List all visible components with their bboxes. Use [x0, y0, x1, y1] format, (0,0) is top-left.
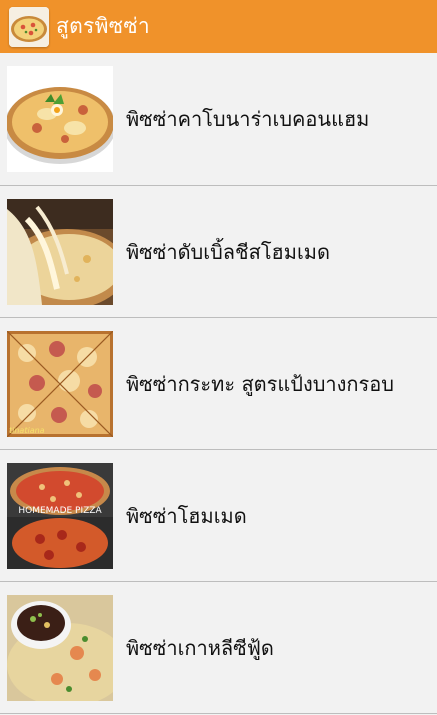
recipe-title: พิซซ่าโฮมเมด [126, 503, 247, 528]
image-watermark: tinatiana [9, 426, 45, 435]
pizza-carbonara-image [7, 66, 113, 172]
app-title: สูตรพิซซ่า [56, 14, 150, 38]
homemade-pizza-image: HOMEMADE PIZZA [7, 462, 113, 569]
pizza-icon[interactable] [9, 6, 49, 47]
list-item[interactable]: tinatiana พิซซ่ากระทะ สูตรแป้งบางกรอบ [0, 318, 437, 450]
image-caption: HOMEMADE PIZZA [18, 506, 102, 516]
double-cheese-pizza-image [7, 198, 113, 305]
recipe-list: พิซซ่าคาโบนาร่าเบคอนแฮม พิซซ่าดับเบิ้ลชี… [0, 53, 437, 714]
recipe-title: พิซซ่าดับเบิ้ลชีสโฮมเมด [126, 239, 330, 264]
recipe-title: พิซซ่าเกาหลีซีฟู้ด [126, 635, 274, 660]
korean-seafood-pizza-image [7, 594, 113, 701]
list-item[interactable]: HOMEMADE PIZZA พิซซ่าโฮมเมด [0, 450, 437, 582]
list-item[interactable]: พิซซ่าคาโบนาร่าเบคอนแฮม [0, 53, 437, 186]
pan-pizza-image: tinatiana [7, 330, 113, 437]
recipe-title: พิซซ่าคาโบนาร่าเบคอนแฮม [126, 107, 370, 131]
app-bar: สูตรพิซซ่า [0, 0, 437, 53]
recipe-title: พิซซ่ากระทะ สูตรแป้งบางกรอบ [126, 371, 394, 396]
list-item[interactable]: พิซซ่าเกาหลีซีฟู้ด [0, 582, 437, 714]
list-item[interactable]: พิซซ่าดับเบิ้ลชีสโฮมเมด [0, 186, 437, 318]
